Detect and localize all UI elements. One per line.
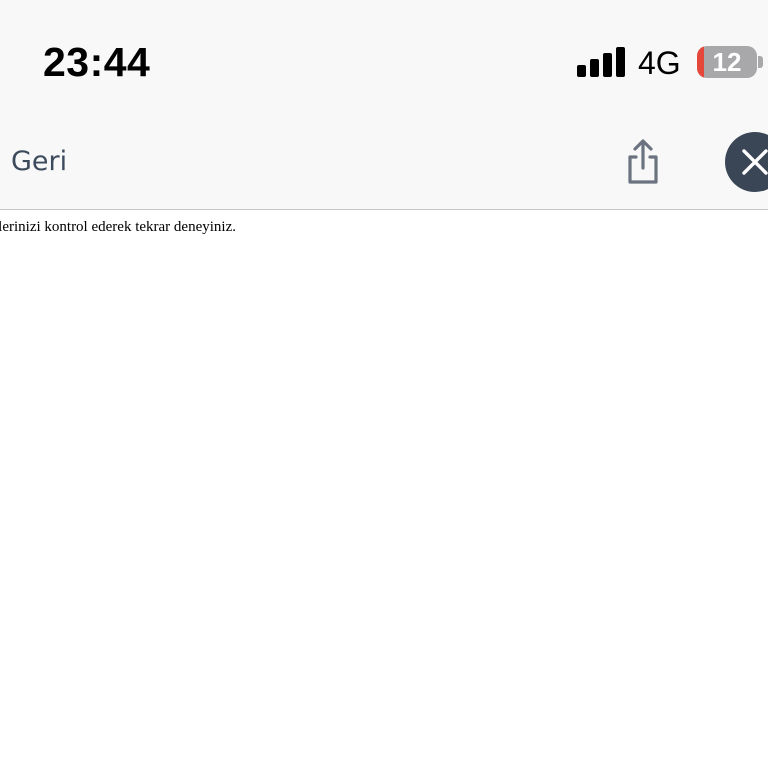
close-icon xyxy=(742,149,768,175)
signal-bar-3 xyxy=(603,53,612,77)
cellular-signal-icon xyxy=(577,47,625,77)
web-content: ilerinizi kontrol ederek tekrar deneyini… xyxy=(0,210,768,768)
error-message: ilerinizi kontrol ederek tekrar deneyini… xyxy=(0,219,236,235)
status-time: 23:44 xyxy=(43,39,151,85)
status-bar: 23:44 4G 12 xyxy=(0,0,768,118)
battery-cap xyxy=(758,56,763,68)
signal-bar-2 xyxy=(590,59,599,77)
network-type: 4G xyxy=(638,45,681,81)
battery-icon: 12 xyxy=(697,46,757,78)
share-button[interactable] xyxy=(622,138,664,186)
back-button[interactable]: Geri xyxy=(11,145,67,179)
share-icon xyxy=(628,139,658,184)
signal-bar-1 xyxy=(577,65,586,77)
navigation-bar: Geri xyxy=(0,118,768,210)
battery-level: 12 xyxy=(712,47,742,77)
screen: 23:44 4G 12 Geri ilerinizi kontrol edere… xyxy=(0,0,768,768)
close-button[interactable] xyxy=(725,132,768,192)
signal-bar-4 xyxy=(616,47,625,77)
